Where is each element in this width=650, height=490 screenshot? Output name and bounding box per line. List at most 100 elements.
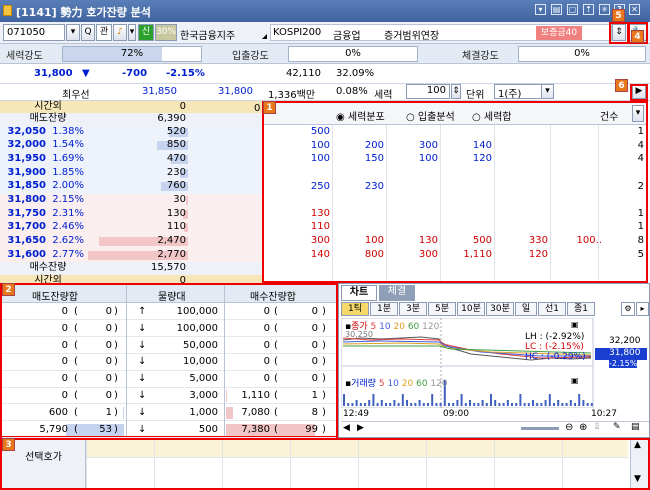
scroll-left-icon[interactable]: ◀ (343, 423, 350, 433)
bell-icon[interactable]: ♪ (113, 24, 127, 41)
save-icon[interactable]: ▤ (551, 4, 562, 15)
orderbook-row[interactable]: 31,700 2.46% 110 (0, 221, 262, 235)
pin-icon[interactable]: ▾ (535, 4, 546, 15)
ask-total-value: 6,390 (157, 113, 186, 125)
ask-sum: 0 (61, 306, 68, 317)
period-button[interactable]: 1틱 (341, 302, 369, 316)
volume-bar (452, 403, 455, 406)
radio-seryeok[interactable]: ◉ 세력분포 (336, 108, 385, 123)
orderbook-row[interactable]: 31,800 2.15% 30 (0, 194, 262, 208)
lh-annotation: LH : (-2.92%) (525, 332, 585, 342)
volume-bar (460, 394, 463, 406)
volume-bar (347, 403, 350, 406)
ask-sum-close: ) (114, 406, 118, 418)
doc-icon[interactable]: ▤ (631, 422, 640, 432)
row-price: 31,950 (7, 153, 46, 165)
bars-icon[interactable]: ⦙⦙ (595, 422, 599, 432)
radio-sum[interactable]: ○ 세력합 (472, 108, 512, 123)
band-arrow-icon: ↓ (138, 390, 147, 401)
period-button[interactable]: 1분 (370, 302, 398, 316)
window-title: [1141] 勢力 호가잔량 분석 (16, 6, 151, 19)
top-icon[interactable]: ⇡ (583, 4, 594, 15)
seryeok-spinner[interactable]: ⇕ (451, 84, 461, 99)
eraser-icon[interactable]: ✎ (613, 422, 621, 432)
chart-scrollbar[interactable]: ◀ ▶ ⊖ ⊕ ⦙⦙ ✎ ▤ (341, 421, 649, 435)
band-value: 100,000 (176, 306, 218, 317)
close-icon[interactable]: ✕ (629, 4, 640, 15)
period-button[interactable]: 5분 (428, 302, 456, 316)
code-input[interactable]: 071050 (3, 24, 65, 41)
volume-pct: 32.09% (336, 68, 375, 79)
band-value: 100,000 (176, 322, 218, 334)
tab-trades[interactable]: 체결 (379, 285, 415, 301)
chart-pane-close-icon[interactable]: ▣ (571, 320, 579, 329)
row-price: 31,600 (7, 248, 46, 260)
volume-band-row: 5,790 (53) ↓ 500 7,380 (99) (2, 422, 336, 438)
scroll-right-icon[interactable]: ▶ (357, 423, 364, 433)
bell-dropdown[interactable]: ▾ (128, 24, 136, 41)
volume-bar (590, 403, 593, 406)
bottom-scrollbar[interactable]: ▲ ▼ (630, 440, 648, 488)
row-price: 32,000 (7, 139, 46, 151)
chart-config-icon[interactable]: ⚙ (621, 302, 635, 316)
ask-sum: 0 (61, 390, 68, 401)
scroll-up-icon[interactable]: ▲ (634, 440, 641, 450)
zoom-slider[interactable] (521, 427, 559, 430)
tab-chart[interactable]: 차트 (341, 285, 377, 301)
orderbook-row[interactable]: 32,000 1.54% 850 (0, 139, 262, 154)
count-dropdown[interactable]: ▾ (632, 105, 644, 122)
ask-sum-open: ( (74, 306, 78, 317)
orderbook-row[interactable]: 31,650 2.62% 2,470 (0, 234, 262, 249)
seryeok-param-input[interactable]: 100 (406, 84, 450, 99)
period-button[interactable]: 일 (515, 302, 537, 316)
orderbook-row[interactable]: 31,750 2.31% 130 (0, 207, 262, 222)
orderbook-row[interactable]: 31,950 1.69% 470 (0, 153, 262, 167)
force-cell: 100 (418, 153, 438, 165)
bottom-grid-line (358, 440, 359, 488)
orderbook-row[interactable]: 31,900 1.85% 230 (0, 166, 262, 181)
change-value: -700 (122, 68, 148, 79)
period-button[interactable]: 10분 (457, 302, 485, 316)
chart-annotations: LH : (-2.92%) LC : (-2.15%) HC : (-0.29%… (525, 332, 586, 362)
unit-dropdown[interactable]: ▾ (541, 84, 554, 99)
volume-bar (393, 400, 396, 406)
bid-sum: 1,110 (241, 390, 270, 401)
period-button[interactable]: 종1 (567, 302, 595, 316)
title-bar: [1141] 勢力 호가잔량 분석 ▾ ▤ ▢ ⇡ ✳ ? ✕ (0, 0, 650, 22)
count-header: 건수 (600, 112, 619, 123)
period-button[interactable]: 3분 (399, 302, 427, 316)
gwan-button[interactable]: 관 (96, 24, 112, 41)
vol-pane-close-icon[interactable]: ▣ (571, 376, 579, 385)
volume-bar (582, 400, 585, 406)
chart-expand-icon[interactable]: ▸ (636, 302, 649, 316)
row-rate: 1.69% (52, 153, 84, 165)
vol-legend-ma10: 10 (387, 379, 399, 389)
zoom-out-icon[interactable]: ⊖ (565, 422, 573, 433)
volume-band-row: 0 (0) ↓ 100,000 0 (0) (2, 321, 336, 338)
force-row: 110 1 (264, 221, 646, 235)
orderbook-row[interactable]: 31,850 2.00% 760 (0, 180, 262, 194)
orderbook-row[interactable]: 31,600 2.77% 2,770 (0, 248, 262, 263)
copy-icon[interactable]: ▢ (567, 4, 578, 15)
volume-bar (427, 403, 429, 406)
bottom-grid-line (426, 440, 427, 488)
radio-inout[interactable]: ○ 입출분석 (406, 108, 455, 123)
search-q-button[interactable]: Q (81, 24, 95, 41)
period-button[interactable]: 선1 (538, 302, 566, 316)
volume-bar (418, 400, 421, 406)
period-button[interactable]: 30분 (486, 302, 514, 316)
bid-sum-close: ) (322, 339, 326, 351)
bid-total-row: 매수잔량 15,570 (0, 262, 262, 275)
force-row: 130 1 (264, 208, 646, 222)
volume-bar (389, 403, 392, 406)
code-dropdown[interactable]: ▾ (66, 24, 80, 41)
bid-sum-pct: 0 (311, 322, 318, 334)
force-cell: 200 (364, 139, 384, 151)
zoom-in-icon[interactable]: ⊕ (579, 422, 587, 433)
settings-icon[interactable]: ✳ (599, 4, 610, 15)
scroll-down-icon[interactable]: ▼ (634, 474, 641, 484)
bid-sum-open: ( (274, 390, 278, 401)
orderbook-row[interactable]: 32,050 1.38% 520 (0, 125, 262, 140)
bid-sum-pct: 99 (305, 423, 318, 435)
bid-sum-pct: 0 (311, 373, 318, 385)
